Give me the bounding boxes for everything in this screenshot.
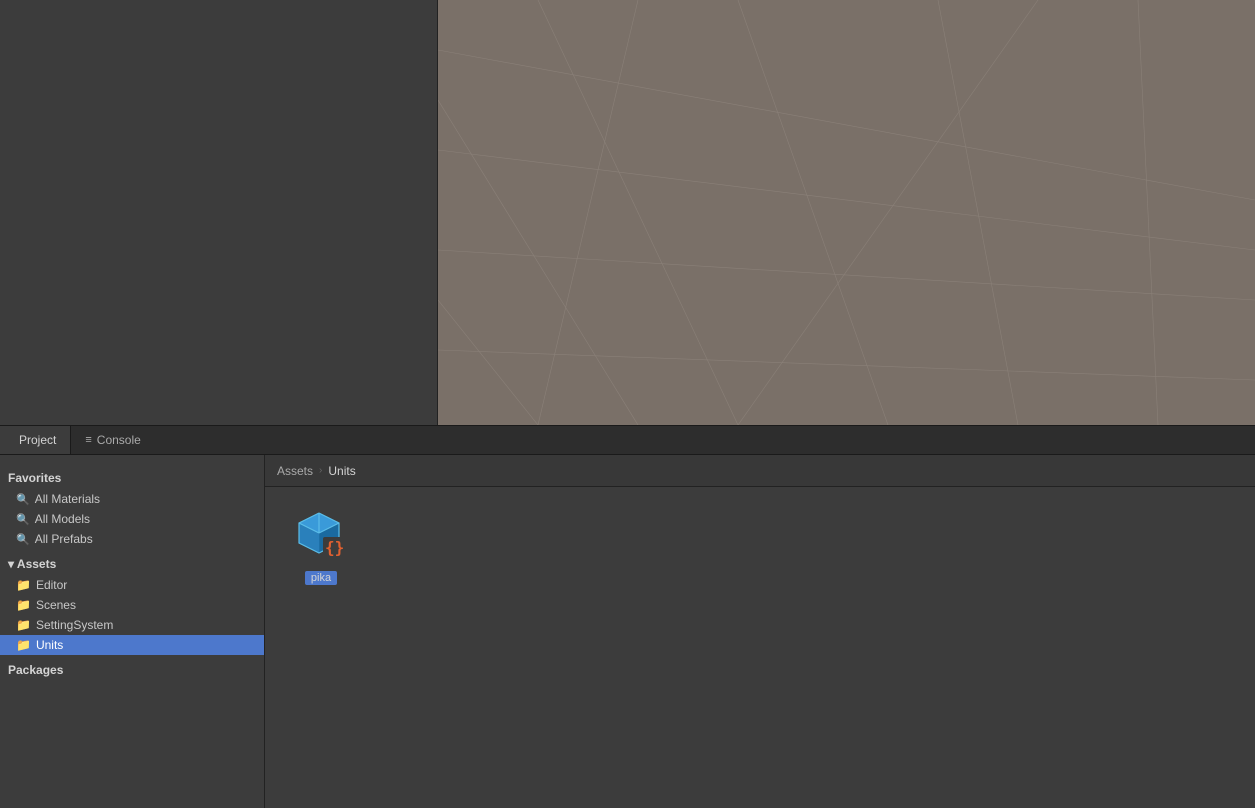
tab-project-label: Project bbox=[19, 433, 56, 447]
packages-header: Packages bbox=[0, 659, 264, 681]
search-icon: 🔍 bbox=[16, 493, 30, 506]
assets-header-label: ▾ bbox=[8, 557, 17, 571]
favorites-header: Favorites bbox=[0, 467, 264, 489]
asset-label-pika: pika bbox=[305, 571, 337, 585]
svg-text:{}: {} bbox=[325, 538, 344, 557]
prefab-icon: {} bbox=[291, 505, 351, 565]
assets-header: ▾ Assets bbox=[0, 553, 264, 575]
search-icon: 🔍 bbox=[16, 533, 30, 546]
sidebar-item-setting-system-label: SettingSystem bbox=[36, 618, 113, 632]
sidebar-item-all-models-label: All Models bbox=[35, 512, 90, 526]
scene-view bbox=[438, 0, 1255, 425]
main-content: Assets › Units bbox=[265, 455, 1255, 808]
sidebar-item-all-prefabs[interactable]: 🔍 All Prefabs bbox=[0, 529, 264, 549]
breadcrumb-separator: › bbox=[319, 465, 322, 476]
breadcrumb-units: Units bbox=[328, 464, 355, 478]
tab-project[interactable]: Project bbox=[0, 426, 71, 454]
folder-icon: 📁 bbox=[16, 578, 31, 592]
search-icon: 🔍 bbox=[16, 513, 30, 526]
folder-icon: 📁 bbox=[16, 618, 31, 632]
sidebar: Favorites 🔍 All Materials 🔍 All Models 🔍… bbox=[0, 455, 265, 808]
sidebar-item-all-materials-label: All Materials bbox=[35, 492, 100, 506]
scene-grid bbox=[438, 0, 1255, 425]
sidebar-item-editor[interactable]: 📁 Editor bbox=[0, 575, 264, 595]
sidebar-item-all-materials[interactable]: 🔍 All Materials bbox=[0, 489, 264, 509]
top-section bbox=[0, 0, 1255, 425]
console-icon: ≡ bbox=[85, 434, 91, 446]
bottom-section: Favorites 🔍 All Materials 🔍 All Models 🔍… bbox=[0, 455, 1255, 808]
sidebar-item-all-prefabs-label: All Prefabs bbox=[35, 532, 93, 546]
tab-console-label: Console bbox=[97, 433, 141, 447]
asset-item-pika[interactable]: {} pika bbox=[281, 503, 361, 585]
sidebar-item-all-models[interactable]: 🔍 All Models bbox=[0, 509, 264, 529]
sidebar-item-setting-system[interactable]: 📁 SettingSystem bbox=[0, 615, 264, 635]
assets-grid: {} pika bbox=[265, 487, 1255, 808]
sidebar-item-scenes[interactable]: 📁 Scenes bbox=[0, 595, 264, 615]
tab-bar: Project ≡ Console bbox=[0, 425, 1255, 455]
asset-icon-wrapper: {} bbox=[289, 503, 353, 567]
breadcrumb-assets[interactable]: Assets bbox=[277, 464, 313, 478]
folder-icon: 📁 bbox=[16, 598, 31, 612]
sidebar-item-editor-label: Editor bbox=[36, 578, 67, 592]
sidebar-item-scenes-label: Scenes bbox=[36, 598, 76, 612]
sidebar-item-units[interactable]: 📁 Units bbox=[0, 635, 264, 655]
left-panel bbox=[0, 0, 438, 425]
tab-console[interactable]: ≡ Console bbox=[71, 426, 154, 454]
sidebar-item-units-label: Units bbox=[36, 638, 63, 652]
breadcrumb: Assets › Units bbox=[265, 455, 1255, 487]
folder-icon: 📁 bbox=[16, 638, 31, 652]
